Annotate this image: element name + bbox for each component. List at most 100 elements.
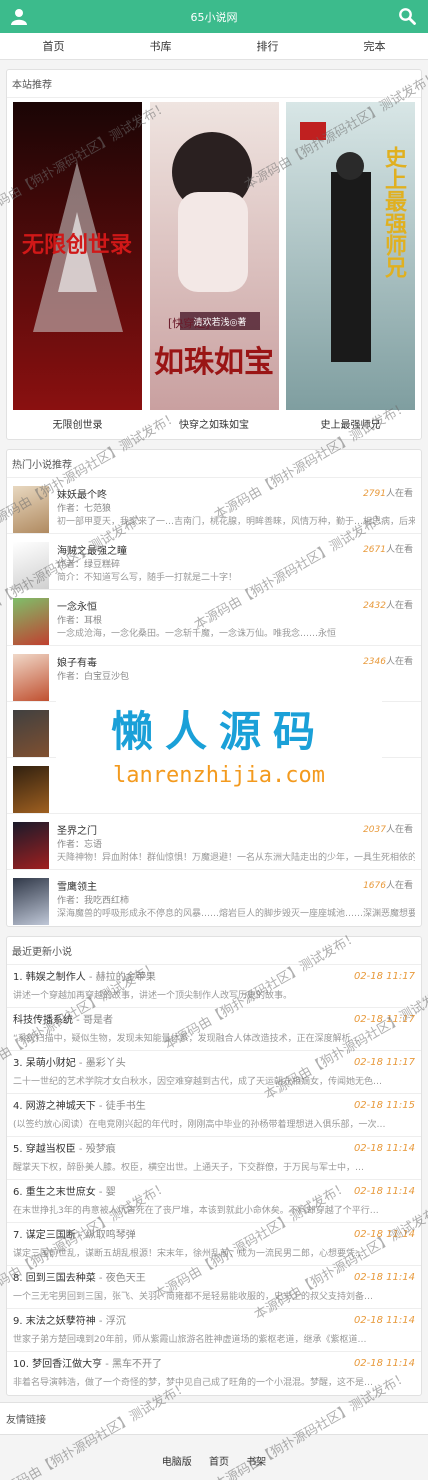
reader-count-suffix: 人在看 bbox=[385, 489, 413, 499]
reader-count-suffix: 人在看 bbox=[385, 881, 413, 891]
cover-title-text: 无限创世录 bbox=[22, 232, 132, 258]
reader-count: 2671人在看 bbox=[363, 542, 413, 555]
book-title[interactable]: 一念永恒 bbox=[57, 598, 415, 613]
update-author[interactable]: - 赫拉的金苹果 bbox=[86, 972, 156, 983]
reader-count-suffix: 人在看 bbox=[385, 657, 413, 667]
book-name[interactable]: 无限创世录 bbox=[13, 416, 142, 431]
footer: 电脑版 首页 书架 bbox=[0, 1435, 428, 1478]
update-title[interactable]: 呆萌小财妃 bbox=[26, 1058, 76, 1069]
update-desc: 在末世挣扎3年的冉意被人坑害死在了丧尸堆，本该到就此小命休矣。不料却穿越了个平行… bbox=[13, 1206, 379, 1216]
book-author: 作者：绿豆糕碎 bbox=[57, 560, 121, 570]
book-title[interactable]: 雪鹰领主 bbox=[57, 878, 415, 893]
update-number: 1. bbox=[13, 972, 23, 983]
update-title[interactable]: 穿越当权臣 bbox=[26, 1144, 76, 1155]
nav-library[interactable]: 书库 bbox=[107, 38, 214, 54]
hot-book-item[interactable]: 一念永恒 作者：耳根 一念成沧海，一念化桑田。一念斩千魔，一念诛万仙。唯我念……永恒… bbox=[7, 590, 421, 646]
update-item[interactable]: 9. 末法之妖孽符神 - 浮沉 02-18 11:14 世家子弟方楚回魂到20年前，… bbox=[7, 1309, 421, 1352]
book-name[interactable]: 史上最强师兄 bbox=[286, 416, 415, 431]
footer-home-link[interactable]: 首页 bbox=[209, 1457, 229, 1468]
hot-book-item[interactable]: 妹妖最个咚 作者：七范狼 初一部甲夏天，我家来了一…吉南门，桃花腺，明眸善睐，风情万… bbox=[7, 478, 421, 534]
update-author[interactable]: - 纵取鸣琴弹 bbox=[76, 1230, 136, 1241]
logo-url: lanrenzhijia.com bbox=[113, 763, 325, 788]
site-title: 65小说网 bbox=[190, 10, 238, 24]
reader-count: 2791人在看 bbox=[363, 486, 413, 499]
update-number: 3. bbox=[13, 1058, 23, 1069]
update-title[interactable]: 韩娱之制作人 bbox=[26, 972, 86, 983]
update-time: 02-18 11:14 bbox=[353, 1315, 415, 1326]
update-desc: “系统扫描中，疑似生物，发现未知能量体系，发现融合人体改造技术，正在深度解析… bbox=[13, 1034, 360, 1044]
book-info: 圣界之门 作者：忘语 天降神物！异血附体！群仙惊惧！万魔退避！一名从东洲大陆走出的少… bbox=[57, 822, 415, 861]
book-cover[interactable]: 史上最强师兄 bbox=[286, 102, 415, 410]
book-thumbnail[interactable] bbox=[13, 822, 49, 869]
recommend-book[interactable]: 如珠如宝 [快穿之] 清欢若浅◎著快穿之如珠如宝 bbox=[149, 102, 279, 431]
reader-count-suffix: 人在看 bbox=[385, 545, 413, 555]
update-desc: 非着名导演韩浩，做了一个奇怪的梦，梦中见自己成了旺角的一个小混混。梦醒，这不是… bbox=[13, 1378, 374, 1388]
book-thumbnail[interactable] bbox=[13, 486, 49, 533]
update-author[interactable]: - 黑车不开了 bbox=[102, 1359, 162, 1370]
book-desc: 初一部甲夏天，我家来了一…吉南门，桃花腺，明眸善睐，风情万种，勤于…相思病，后来… bbox=[57, 517, 415, 525]
update-title[interactable]: 末法之妖孽符神 bbox=[26, 1316, 96, 1327]
update-title[interactable]: 科技传播系统 bbox=[13, 1015, 73, 1026]
update-author[interactable]: - 哥是者 bbox=[73, 1015, 113, 1026]
book-title[interactable]: 海贼之最强之瞳 bbox=[57, 542, 415, 557]
book-title[interactable]: 妹妖最个咚 bbox=[57, 486, 415, 501]
update-number: 8. bbox=[13, 1273, 23, 1284]
reader-count-number: 2791 bbox=[363, 489, 386, 499]
book-thumbnail[interactable] bbox=[13, 710, 49, 757]
book-title[interactable]: 圣界之门 bbox=[57, 822, 415, 837]
update-item[interactable]: 6. 重生之末世庶女 - 婴 02-18 11:14 在末世挣扎3年的冉意被人坑害死… bbox=[7, 1180, 421, 1223]
book-cover[interactable]: 无限创世录 bbox=[13, 102, 142, 410]
footer-bookshelf-link[interactable]: 书架 bbox=[246, 1457, 266, 1468]
book-info: 妹妖最个咚 作者：七范狼 初一部甲夏天，我家来了一…吉南门，桃花腺，明眸善睐，风情万… bbox=[57, 486, 415, 525]
cover-title-text: 史上最强师兄 bbox=[381, 146, 408, 279]
updates-section: 最近更新小说 1. 韩娱之制作人 - 赫拉的金苹果 02-18 11:17 讲述一个… bbox=[6, 936, 422, 1396]
nav-home[interactable]: 首页 bbox=[0, 38, 107, 54]
book-name[interactable]: 快穿之如珠如宝 bbox=[150, 416, 279, 431]
update-title[interactable]: 谋定三国断 bbox=[26, 1230, 76, 1241]
update-item[interactable]: 5. 穿越当权臣 - 殁梦痕 02-18 11:14 醒掌天下权，醉卧美人膝。权臣，… bbox=[7, 1137, 421, 1180]
recommend-book[interactable]: 无限创世录 无限创世录 bbox=[13, 102, 142, 431]
book-cover[interactable]: 如珠如宝[快穿之]清欢若浅◎著 bbox=[149, 102, 279, 410]
book-thumbnail[interactable] bbox=[13, 878, 49, 925]
hot-book-item[interactable]: 海贼之最强之瞳作者：绿豆糕碎简介：不知道写么写，随手一打就是二十字！ 2671人在… bbox=[7, 534, 421, 590]
update-item[interactable]: 4. 网游之神城天下 - 徒手书生 02-18 11:15 (以签约放心阅读）在电竞… bbox=[7, 1094, 421, 1137]
book-title[interactable]: 娘子有毒 bbox=[57, 654, 415, 669]
update-author[interactable]: - 墨彩丫头 bbox=[76, 1058, 126, 1069]
user-icon[interactable] bbox=[10, 7, 28, 25]
update-author[interactable]: - 徒手书生 bbox=[96, 1101, 146, 1112]
book-thumbnail[interactable] bbox=[13, 654, 49, 701]
book-thumbnail[interactable] bbox=[13, 766, 49, 813]
recommend-book[interactable]: 史上最强师兄 史上最强师兄 bbox=[286, 102, 415, 431]
update-item[interactable]: 7. 谋定三国断 - 纵取鸣琴弹 02-18 11:14 谋定三国前世乱，谋断五胡乱… bbox=[7, 1223, 421, 1266]
update-time: 02-18 11:14 bbox=[353, 1186, 415, 1197]
update-title[interactable]: 重生之末世庶女 bbox=[26, 1187, 96, 1198]
update-author[interactable]: - 殁梦痕 bbox=[76, 1144, 116, 1155]
reader-count-suffix: 人在看 bbox=[385, 825, 413, 835]
update-author[interactable]: - 夜色天王 bbox=[96, 1273, 146, 1284]
nav-completed[interactable]: 完本 bbox=[321, 38, 428, 54]
hot-book-item[interactable]: 雪鹰领主 作者：我吃西红柿 深海魔兽的呼吸形成永不停息的风暴……熔岩巨人的脚步毁灭一… bbox=[7, 870, 421, 926]
footer-desktop-link[interactable]: 电脑版 bbox=[162, 1457, 192, 1468]
update-author[interactable]: - 婴 bbox=[96, 1187, 116, 1198]
update-item[interactable]: 1. 韩娱之制作人 - 赫拉的金苹果 02-18 11:17 讲述一个穿越加再穿越的… bbox=[7, 965, 421, 1008]
reader-count-number: 2346 bbox=[363, 657, 386, 667]
nav-ranking[interactable]: 排行 bbox=[214, 38, 321, 54]
book-thumbnail[interactable] bbox=[13, 542, 49, 589]
update-author[interactable]: - 浮沉 bbox=[96, 1316, 126, 1327]
friend-links: 友情链接 bbox=[0, 1402, 428, 1435]
update-item[interactable]: 3. 呆萌小财妃 - 墨彩丫头 02-18 11:17 二十一世纪的艺术学院才女白秋… bbox=[7, 1051, 421, 1094]
update-title[interactable]: 回到三国去种菜 bbox=[26, 1273, 96, 1284]
book-thumbnail[interactable] bbox=[13, 598, 49, 645]
update-item[interactable]: 科技传播系统 - 哥是者 02-18 11:17 “系统扫描中，疑似生物，发现未知能… bbox=[7, 1008, 421, 1051]
reader-count: 2432人在看 bbox=[363, 598, 413, 611]
search-icon[interactable] bbox=[398, 7, 416, 25]
book-desc: 简介：不知道写么写，随手一打就是二十字！ bbox=[57, 573, 238, 581]
update-title[interactable]: 网游之神城天下 bbox=[26, 1101, 96, 1112]
hot-book-item[interactable]: 圣界之门 作者：忘语 天降神物！异血附体！群仙惊惧！万魔退避！一名从东洲大陆走出的少… bbox=[7, 814, 421, 870]
book-desc: 一念成沧海，一念化桑田。一念斩千魔，一念诛万仙。唯我念……永恒 bbox=[57, 629, 337, 637]
update-time: 02-18 11:15 bbox=[353, 1100, 415, 1111]
update-title[interactable]: 梦回香江做大亨 bbox=[32, 1359, 102, 1370]
update-item[interactable]: 8. 回到三国去种菜 - 夜色天王 02-18 11:14 一个三无宅男回到三国，张… bbox=[7, 1266, 421, 1309]
update-item[interactable]: 10. 梦回香江做大亨 - 黑车不开了 02-18 11:14 非着名导演韩浩，做了… bbox=[7, 1352, 421, 1395]
reader-count-number: 2037 bbox=[363, 825, 386, 835]
